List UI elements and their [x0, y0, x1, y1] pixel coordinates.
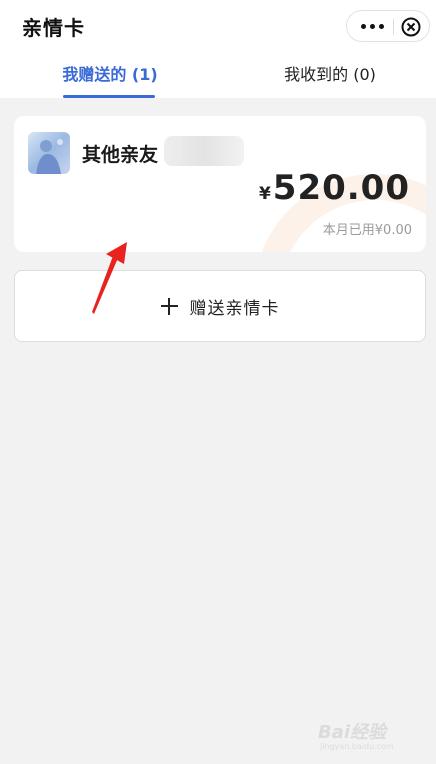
recipient-name: 其他亲友: [82, 144, 159, 166]
plus-icon: [160, 297, 178, 315]
avatar: [28, 132, 70, 174]
add-button-label: 赠送亲情卡: [189, 298, 280, 319]
tab-given[interactable]: 我赠送的 (1): [62, 63, 158, 87]
page-title: 亲情卡: [22, 16, 85, 40]
monthly-spent: 本月已用¥0.00: [322, 223, 412, 238]
watermark-sub: jingyan.baidu.com: [320, 742, 394, 751]
family-card[interactable]: 其他亲友 ¥ 520.00 本月已用¥0.00: [14, 116, 426, 252]
card-amount: ¥ 520.00: [259, 168, 410, 208]
watermark-text: Bai经验: [318, 722, 387, 743]
annotation-arrow-icon: [92, 242, 127, 314]
top-bar: 亲情卡 我赠送的 (1) 我收到的 (0): [0, 0, 436, 98]
more-dots-icon[interactable]: [355, 11, 389, 41]
amount-value: 520.00: [272, 168, 410, 208]
blurred-name-placeholder: [164, 136, 244, 166]
tab-received[interactable]: 我收到的 (0): [270, 63, 390, 87]
active-tab-indicator: [63, 95, 155, 98]
capsule-divider: [393, 19, 394, 35]
baidu-watermark: Bai经验 jingyan.baidu.com: [318, 714, 414, 754]
currency-symbol: ¥: [258, 184, 271, 204]
mini-program-capsule: [346, 10, 430, 42]
add-family-card-button[interactable]: 赠送亲情卡: [14, 270, 426, 342]
close-circle-icon[interactable]: [397, 13, 425, 41]
